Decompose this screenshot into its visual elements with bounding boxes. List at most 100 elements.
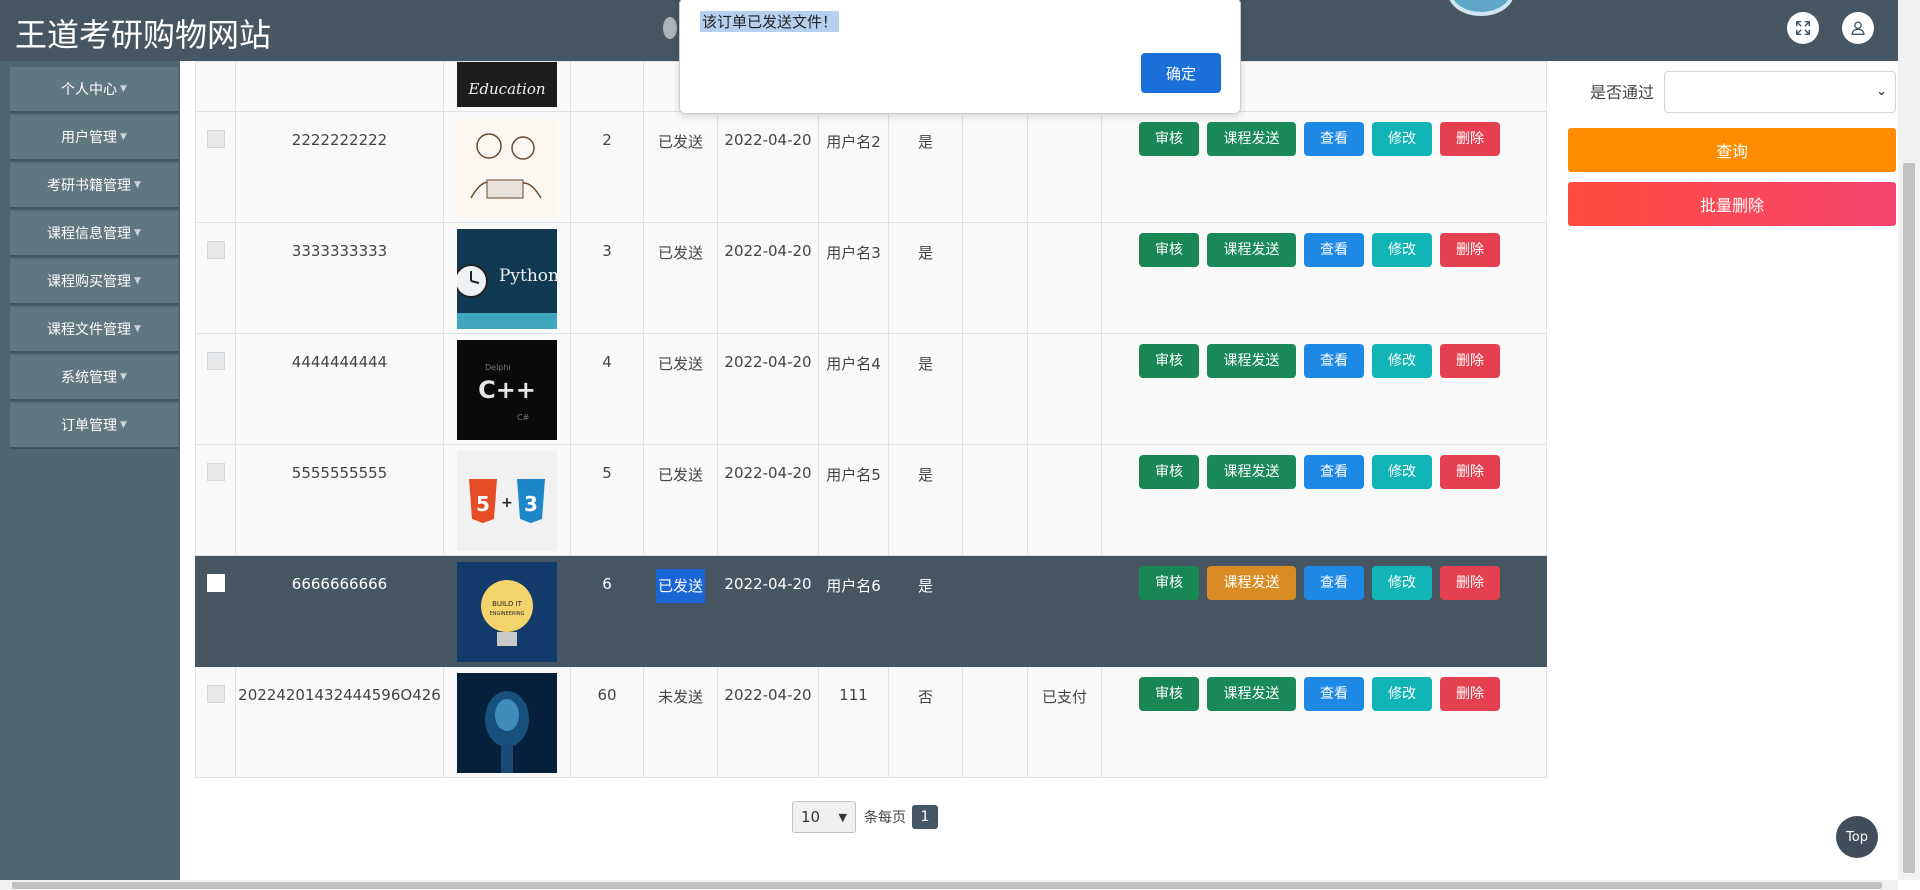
delete-button[interactable]: 删除 xyxy=(1440,344,1500,378)
edit-button[interactable]: 修改 xyxy=(1372,122,1432,156)
send-course-button[interactable]: 课程发送 xyxy=(1207,677,1296,711)
send-status: 已发送 xyxy=(657,244,703,262)
order-id: 20224201432444596O426 xyxy=(238,686,441,704)
vertical-scrollbar[interactable] xyxy=(1898,0,1920,880)
back-to-top-button[interactable]: Top xyxy=(1836,816,1878,858)
sidebar-item-orders[interactable]: 订单管理 ▼ xyxy=(10,403,178,449)
ok-button[interactable]: 确定 xyxy=(1141,53,1221,93)
site-title: 王道考研购物网站 xyxy=(15,16,272,54)
review-button[interactable]: 审核 xyxy=(1139,344,1199,378)
edit-button[interactable]: 修改 xyxy=(1372,344,1432,378)
batch-delete-button[interactable]: 批量删除 xyxy=(1568,182,1896,226)
review-button[interactable]: 审核 xyxy=(1139,455,1199,489)
sidebar-item-course-purchase[interactable]: 课程购买管理 ▼ xyxy=(10,259,178,305)
order-id: 4444444444 xyxy=(291,353,388,371)
svg-text:5: 5 xyxy=(476,492,490,516)
sidebar: 个人中心 ▼ 用户管理 ▼ 考研书籍管理 ▼ 课程信息管理 ▼ 课程购买管理 ▼ 课程文件… xyxy=(0,61,180,890)
row-checkbox[interactable] xyxy=(206,463,225,481)
table-row-selected: 6666666666 BUILD IT ENGINEERING 6 已发送 20… xyxy=(195,555,1547,667)
order-id: 3333333333 xyxy=(291,242,388,260)
view-button[interactable]: 查看 xyxy=(1304,122,1364,156)
view-button[interactable]: 查看 xyxy=(1304,566,1364,600)
send-status: 已发送 xyxy=(657,466,703,484)
order-id: 2222222222 xyxy=(291,131,388,149)
table-row: 3333333333 Python 3 已发送 2022-04-20 用户名3 … xyxy=(195,222,1547,334)
row-checkbox[interactable] xyxy=(206,685,225,703)
svg-text:ENGINEERING: ENGINEERING xyxy=(490,611,525,617)
edit-button[interactable]: 修改 xyxy=(1372,455,1432,489)
table-row: 4444444444 C++ Delphi C# 4 已发送 2022-04-2… xyxy=(195,333,1547,445)
send-status: 已发送 xyxy=(655,569,705,603)
view-button[interactable]: 查看 xyxy=(1304,677,1364,711)
send-status: 已发送 xyxy=(657,355,703,373)
avatar[interactable] xyxy=(1448,0,1514,16)
course-image: BUILD IT ENGINEERING xyxy=(457,562,557,662)
caret-down-icon: ▼ xyxy=(134,324,141,334)
delete-button[interactable]: 删除 xyxy=(1440,677,1500,711)
review-button[interactable]: 审核 xyxy=(1139,122,1199,156)
row-checkbox[interactable] xyxy=(206,574,225,592)
user-icon[interactable] xyxy=(1842,12,1874,44)
svg-text:BUILD IT: BUILD IT xyxy=(492,600,523,608)
page-number-current[interactable]: 1 xyxy=(912,805,938,829)
alert-dialog: 该订单已发送文件！ 确定 xyxy=(679,0,1241,114)
row-checkbox[interactable] xyxy=(206,352,225,370)
horizontal-scrollbar-thumb[interactable] xyxy=(12,882,1882,889)
sidebar-item-course-files[interactable]: 课程文件管理 ▼ xyxy=(10,307,178,353)
delete-button[interactable]: 删除 xyxy=(1440,566,1500,600)
delete-button[interactable]: 删除 xyxy=(1440,455,1500,489)
svg-text:C++: C++ xyxy=(478,376,536,404)
caret-down-icon: ▼ xyxy=(120,132,127,142)
send-status: 未发送 xyxy=(657,688,703,706)
edit-button[interactable]: 修改 xyxy=(1372,677,1432,711)
sidebar-item-course-info[interactable]: 课程信息管理 ▼ xyxy=(10,211,178,257)
row-checkbox[interactable] xyxy=(206,241,225,259)
text-cursor-icon xyxy=(663,17,677,39)
sidebar-item-system[interactable]: 系统管理 ▼ xyxy=(10,355,178,401)
row-checkbox[interactable] xyxy=(206,130,225,148)
orders-table: Education 2222222222 2 已发送 2022-04-20 用户… xyxy=(195,61,1547,778)
vertical-scrollbar-thumb[interactable] xyxy=(1903,163,1915,873)
view-button[interactable]: 查看 xyxy=(1304,233,1364,267)
payment-status: 已支付 xyxy=(1041,688,1087,706)
fullscreen-icon[interactable] xyxy=(1787,12,1819,44)
chevron-down-icon: ⌄ xyxy=(1876,84,1887,99)
review-button[interactable]: 审核 xyxy=(1139,233,1199,267)
caret-down-icon: ▼ xyxy=(134,276,141,286)
page-size-select[interactable]: 10 ▼ xyxy=(792,801,856,833)
chevron-down-icon: ▼ xyxy=(838,810,847,824)
per-page-label: 条每页 xyxy=(864,810,906,826)
send-course-button[interactable]: 课程发送 xyxy=(1207,344,1296,378)
table-row: 2222222222 2 已发送 2022-04-20 用户名2 是 审核 课程… xyxy=(195,111,1547,223)
sidebar-item-books[interactable]: 考研书籍管理 ▼ xyxy=(10,163,178,209)
order-id: 6666666666 xyxy=(291,575,388,593)
view-button[interactable]: 查看 xyxy=(1304,344,1364,378)
sidebar-item-user-management[interactable]: 用户管理 ▼ xyxy=(10,115,178,161)
caret-down-icon: ▼ xyxy=(120,372,127,382)
review-button[interactable]: 审核 xyxy=(1139,677,1199,711)
svg-text:+: + xyxy=(501,495,513,511)
view-button[interactable]: 查看 xyxy=(1304,455,1364,489)
send-course-button[interactable]: 课程发送 xyxy=(1207,122,1296,156)
send-course-button[interactable]: 课程发送 xyxy=(1207,566,1296,600)
send-course-button[interactable]: 课程发送 xyxy=(1207,233,1296,267)
query-button[interactable]: 查询 xyxy=(1568,128,1896,172)
pass-filter-select[interactable]: ⌄ xyxy=(1664,71,1896,113)
pagination: 10 ▼ 条每页 1 xyxy=(792,801,938,833)
send-course-button[interactable]: 课程发送 xyxy=(1207,455,1296,489)
course-image: 5 + 3 xyxy=(457,451,557,551)
edit-button[interactable]: 修改 xyxy=(1372,566,1432,600)
edit-button[interactable]: 修改 xyxy=(1372,233,1432,267)
review-button[interactable]: 审核 xyxy=(1139,566,1199,600)
horizontal-scrollbar[interactable] xyxy=(0,880,1898,890)
delete-button[interactable]: 删除 xyxy=(1440,122,1500,156)
svg-text:C#: C# xyxy=(517,413,530,422)
caret-down-icon: ▼ xyxy=(120,84,127,94)
course-image: Python xyxy=(457,229,557,329)
caret-down-icon: ▼ xyxy=(134,180,141,190)
svg-text:3: 3 xyxy=(524,492,538,516)
delete-button[interactable]: 删除 xyxy=(1440,233,1500,267)
sidebar-item-personal-center[interactable]: 个人中心 ▼ xyxy=(10,67,178,113)
alert-message: 该订单已发送文件！ xyxy=(700,11,840,32)
course-image: C++ Delphi C# xyxy=(457,340,557,440)
